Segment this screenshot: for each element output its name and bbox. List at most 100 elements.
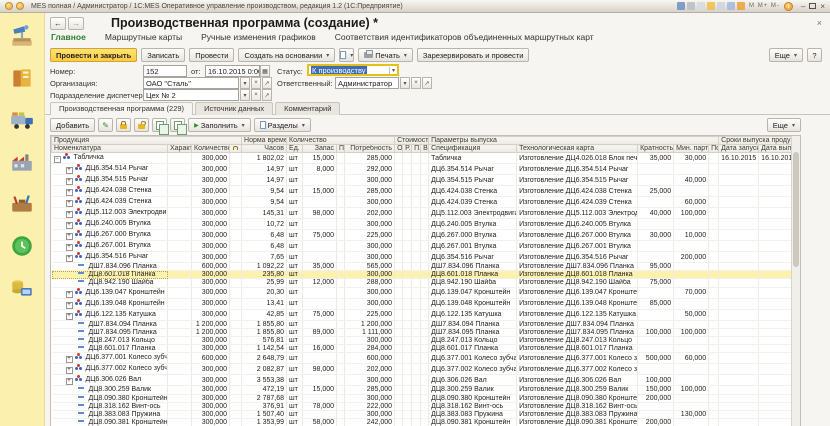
table-row[interactable]: +ДЦ6.139.047 Кронштейн300,00020,30шт300,… [52, 287, 799, 298]
tools-icon[interactable] [9, 191, 35, 217]
table-row[interactable]: +ДЦ6.354.514 Рычаг300,00014,97шт8,000292… [52, 164, 799, 175]
expand-icon[interactable]: + [66, 302, 73, 309]
save-icon[interactable] [677, 2, 685, 10]
col-unit[interactable]: Ед. [287, 145, 303, 153]
calculator-memory-buttons[interactable]: М М+ М- [749, 3, 780, 9]
expand-icon[interactable]: + [66, 200, 73, 207]
copy-up-icon-button[interactable] [152, 118, 167, 132]
more-button[interactable]: Еще [769, 48, 803, 62]
copy-icon[interactable] [727, 2, 735, 10]
vertical-scrollbar[interactable] [791, 136, 800, 426]
expand-icon[interactable]: + [66, 233, 73, 240]
expand-icon[interactable]: + [66, 189, 73, 196]
expand-icon[interactable]: + [66, 211, 73, 218]
system-menu2-icon[interactable] [16, 2, 24, 10]
folder-icon[interactable] [737, 2, 745, 10]
table-row[interactable]: ДЦ8.942.190 Шайба300,00025,99шт12,000288… [52, 279, 799, 287]
tab-data-source[interactable]: Источник данных [195, 102, 273, 115]
nomenclature-cell[interactable]: ДЦ8.090.381 Кронштейн [52, 419, 168, 426]
nomenclature-cell[interactable]: ДШ7.834.095 Планка [52, 328, 168, 336]
logistics-truck-icon[interactable] [9, 107, 35, 133]
nomenclature-cell[interactable]: ДЦ8.318.162 Винт-ось [52, 402, 168, 410]
table-row[interactable]: +ДЦ6.377.001 Колесо зубчатое600,0002 648… [52, 353, 799, 364]
tab-manual-schedule-changes[interactable]: Ручные изменения графиков [201, 32, 316, 42]
col-stock[interactable]: Запас [303, 145, 337, 153]
table-row[interactable]: +ДЦ6.354.516 Рычаг300,0007,65шт300,000ДЦ… [52, 252, 799, 263]
expand-icon[interactable]: + [66, 356, 73, 363]
forward-icon[interactable]: → [68, 17, 84, 30]
nomenclature-cell[interactable]: +ДЦ6.139.047 Кронштейн [52, 287, 168, 298]
group-output-dates[interactable]: Сроки выпуска продукции [719, 137, 799, 145]
group-products[interactable]: Продукция [52, 137, 242, 145]
expand-icon[interactable]: + [66, 313, 73, 320]
expand-icon[interactable]: + [66, 178, 73, 185]
col-p[interactable]: П [337, 145, 345, 153]
table-row[interactable]: +ДЦ6.424.039 Стенка300,0009,54шт300,000Д… [52, 197, 799, 208]
reserve-and-post-button[interactable]: Зарезервировать и провести [417, 48, 530, 62]
resp-dropdown-icon[interactable]: ▾ [400, 77, 410, 89]
table-row[interactable]: +ДЦ6.267.001 Втулка300,0006,48шт300,000Д… [52, 241, 799, 252]
table-row[interactable]: ДШ7.834.094 Планка1 200,0001 855,80шт1 2… [52, 320, 799, 328]
col-r[interactable]: Р... [403, 145, 412, 153]
table-row[interactable]: ДЦ8.247.013 Кольцо300,000576,81шт300,000… [52, 336, 799, 344]
tab-route-maps[interactable]: Маршрутные карты [105, 32, 182, 42]
vertical-scroll-thumb[interactable] [793, 152, 799, 267]
table-row[interactable]: ДШ7.834.096 Планка600,0001 092,22шт35,00… [52, 263, 799, 271]
save-button[interactable]: Записать [141, 48, 185, 62]
favorites-star-icon[interactable] [707, 2, 715, 10]
tab-main[interactable]: Главное [51, 32, 86, 42]
col-p2[interactable]: П... [412, 145, 421, 153]
restore-icon[interactable] [809, 3, 816, 9]
edit-icon-button[interactable]: ✎ [98, 118, 113, 132]
table-row[interactable]: ДЦ8.318.162 Винт-ось300,000376,91шт78,00… [52, 402, 799, 410]
grid-more-button[interactable]: Еще [767, 118, 801, 132]
info-icon[interactable]: i [784, 2, 793, 11]
group-time-norm[interactable]: Норма времени [242, 137, 287, 145]
nomenclature-cell[interactable]: +ДЦ6.354.515 Рычаг [52, 175, 168, 186]
table-row[interactable]: ДШ7.834.095 Планка1 200,0001 855,80шт89,… [52, 328, 799, 336]
nomenclature-cell[interactable]: +ДЦ6.354.514 Рычаг [52, 164, 168, 175]
nomenclature-cell[interactable]: +ДЦ6.354.516 Рычаг [52, 252, 168, 263]
table-row[interactable]: ДЦ8.601.017 Планка300,0001 142,54шт16,00… [52, 345, 799, 353]
status-combo[interactable]: К производству▾ [307, 64, 399, 76]
close-form-icon[interactable]: × [817, 18, 822, 28]
group-cost[interactable]: Стоимость [395, 137, 429, 145]
nomenclature-cell[interactable]: ДЦ8.942.190 Шайба [52, 279, 168, 287]
nomenclature-cell[interactable]: +ДЦ6.377.001 Колесо зубчатое [52, 353, 168, 364]
nomenclature-cell[interactable]: ДШ7.834.094 Планка [52, 320, 168, 328]
resp-open-link-icon[interactable]: ↗ [422, 77, 432, 89]
department-combo[interactable]: Цех № 2 [143, 89, 239, 101]
table-row[interactable]: +ДЦ6.122.135 Катушка300,00042,85шт75,000… [52, 309, 799, 320]
table-row[interactable]: −Табличка300,0001 802,02шт15,000285,000Т… [52, 153, 799, 164]
col-nomenclature[interactable]: Номенклатура [52, 145, 168, 153]
org-open-link-icon[interactable]: ↗ [262, 77, 272, 89]
nomenclature-cell[interactable]: +ДЦ6.122.135 Катушка [52, 309, 168, 320]
nomenclature-cell[interactable]: ДЦ8.383.083 Пружина [52, 410, 168, 418]
col-specification[interactable]: Спецификация [429, 145, 517, 153]
preview-icon[interactable] [697, 2, 705, 10]
nomenclature-cell[interactable]: ДШ7.834.096 Планка [52, 263, 168, 271]
table-row[interactable]: ДЦ8.090.380 Кронштейн300,0002 787,68шт30… [52, 394, 799, 402]
nomenclature-cell[interactable]: ДЦ8.601.017 Планка [52, 345, 168, 353]
nomenclature-cell[interactable]: +ДЦ6.424.038 Стенка [52, 186, 168, 197]
nomenclature-cell[interactable]: +ДЦ6.267.001 Втулка [52, 241, 168, 252]
table-row[interactable]: ДЦ8.300.259 Валик300,000472,19шт15,00028… [52, 386, 799, 394]
table-row[interactable]: +ДЦ5.112.003 Электродвигатель300,000145,… [52, 208, 799, 219]
group-output-params[interactable]: Параметры выпуска [429, 137, 719, 145]
nomenclature-cell[interactable]: −Табличка [52, 153, 168, 164]
date-field[interactable]: 16.10.2015 0:00:00 [205, 65, 260, 77]
table-row[interactable]: +ДЦ6.240.005 Втулка300,00010,72шт300,000… [52, 219, 799, 230]
nomenclature-cell[interactable]: +ДЦ6.267.000 Втулка [52, 230, 168, 241]
table-row[interactable]: ДЦ8.090.381 Кронштейн300,0001 353,99шт58… [52, 419, 799, 426]
desktop-icon[interactable] [9, 23, 35, 49]
nomenclature-cell[interactable]: +ДЦ6.424.039 Стенка [52, 197, 168, 208]
col-po[interactable]: По... [709, 145, 719, 153]
sections-button[interactable]: Разделы [254, 118, 311, 132]
table-row[interactable]: +ДЦ6.139.048 Кронштейн300,00013,41шт300,… [52, 298, 799, 309]
post-button[interactable]: Провести [189, 48, 234, 62]
add-row-button[interactable]: Добавить [50, 118, 95, 132]
nomenclature-cell[interactable]: ДЦ8.247.013 Кольцо [52, 336, 168, 344]
back-icon[interactable]: ← [50, 17, 66, 30]
col-need[interactable]: Потребность [345, 145, 395, 153]
number-field[interactable]: 152 [143, 65, 187, 77]
